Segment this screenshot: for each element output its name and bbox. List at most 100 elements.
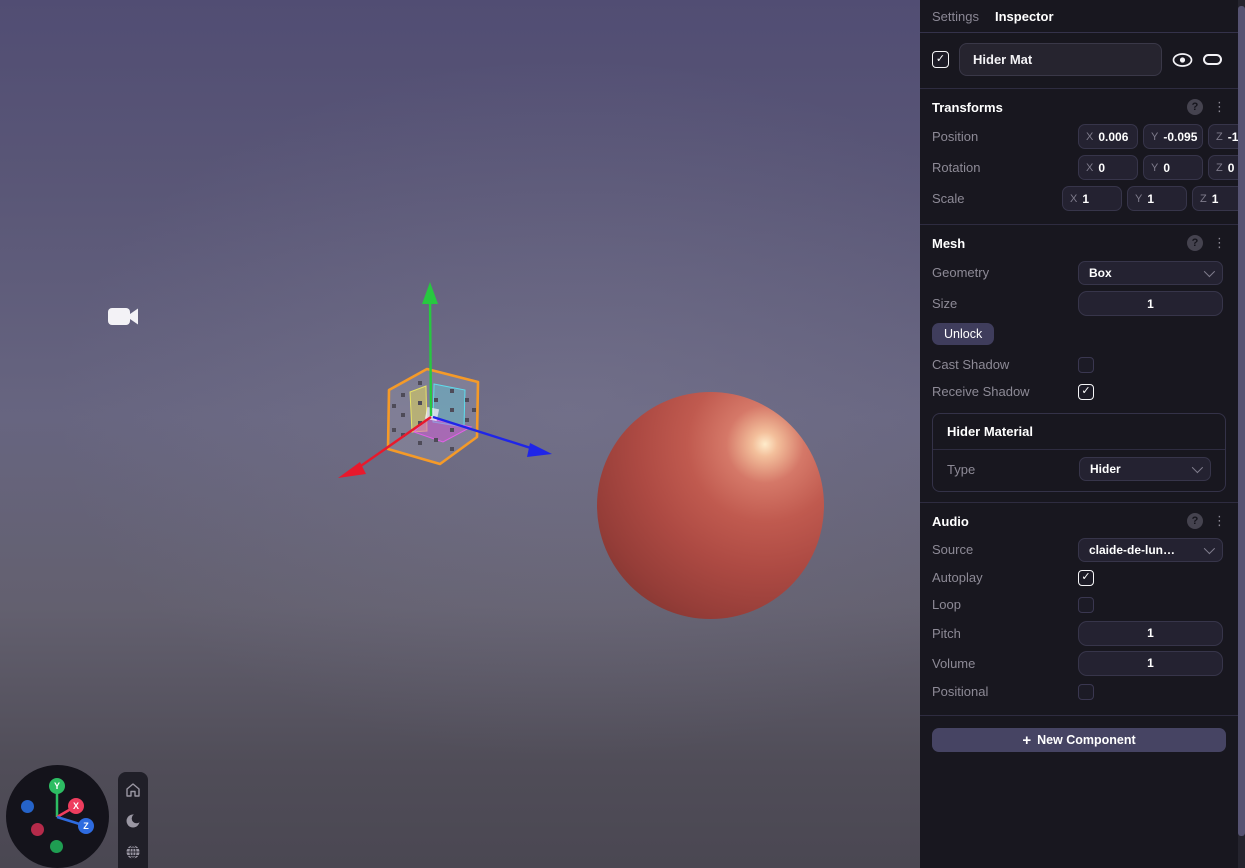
pitch-input[interactable] (1078, 621, 1223, 646)
tab-settings[interactable]: Settings (932, 9, 979, 24)
viewport-toolbar (118, 772, 148, 868)
autoplay-row: Autoplay (932, 564, 1226, 591)
new-component-button[interactable]: + New Component (932, 728, 1226, 752)
camera-icon[interactable] (106, 303, 140, 331)
axis-y (430, 296, 431, 416)
object-name-row (920, 33, 1238, 89)
object-name-input[interactable] (959, 43, 1162, 76)
box-gizmo[interactable] (330, 280, 570, 495)
cast-shadow-label: Cast Shadow (932, 357, 1078, 372)
axis-z-prefix: Z (1200, 193, 1207, 205)
volume-input[interactable] (1078, 651, 1223, 676)
receive-shadow-row: Receive Shadow (932, 378, 1226, 405)
pitch-label: Pitch (932, 626, 1078, 641)
volume-label: Volume (932, 656, 1078, 671)
positional-label: Positional (932, 684, 1078, 699)
position-y-value: -0.095 (1163, 130, 1197, 144)
section-mesh: Mesh ? ⋮ Geometry Box Size Unlock Cast S… (920, 225, 1238, 503)
autoplay-label: Autoplay (932, 570, 1078, 585)
audio-source-dropdown[interactable]: claide-de-lun… (1078, 538, 1223, 562)
axis-x-prefix: X (1070, 193, 1077, 205)
axis-y-prefix: Y (1135, 193, 1142, 205)
panel-scrollbar[interactable] (1238, 0, 1245, 868)
gizmo-axis-neg-z-ball[interactable] (21, 800, 34, 813)
transforms-title: Transforms (932, 100, 1187, 115)
autoplay-checkbox[interactable] (1078, 570, 1094, 586)
rotation-y-field[interactable]: Y 0 (1143, 155, 1203, 180)
chevron-down-icon (1204, 265, 1215, 276)
red-sphere-object[interactable] (597, 392, 824, 619)
position-label: Position (932, 129, 1078, 144)
material-type-label: Type (947, 462, 1079, 477)
axis-z-prefix: Z (1216, 131, 1223, 143)
positional-row: Positional (932, 678, 1226, 705)
gizmo-axis-neg-x-ball[interactable] (31, 823, 44, 836)
cast-shadow-checkbox[interactable] (1078, 357, 1094, 373)
cast-shadow-row: Cast Shadow (932, 351, 1226, 378)
home-icon (125, 782, 141, 798)
volume-row: Volume (932, 648, 1226, 678)
object-enabled-checkbox[interactable] (932, 51, 949, 68)
section-audio: Audio ? ⋮ Source claide-de-lun… Autoplay… (920, 503, 1238, 716)
audio-source-row: Source claide-de-lun… (932, 535, 1226, 564)
shading-toggle-button[interactable] (124, 812, 142, 830)
globe-icon (125, 844, 141, 860)
kebab-menu-icon[interactable]: ⋮ (1213, 99, 1226, 115)
scale-y-field[interactable]: Y 1 (1127, 186, 1187, 211)
source-label: Source (932, 542, 1078, 557)
position-y-field[interactable]: Y -0.095 (1143, 124, 1203, 149)
axis-z-prefix: Z (1216, 162, 1223, 174)
kebab-menu-icon[interactable]: ⋮ (1213, 513, 1226, 529)
kebab-menu-icon[interactable]: ⋮ (1213, 235, 1226, 251)
audio-title: Audio (932, 514, 1187, 529)
scale-x-field[interactable]: X 1 (1062, 186, 1122, 211)
material-type-row: Type Hider (933, 450, 1225, 491)
help-icon[interactable]: ? (1187, 513, 1203, 529)
axis-x-prefix: X (1086, 131, 1093, 143)
audio-source-value: claide-de-lun… (1089, 543, 1204, 557)
material-type-dropdown[interactable]: Hider (1079, 457, 1211, 481)
geometry-dropdown[interactable]: Box (1078, 261, 1223, 285)
home-view-button[interactable] (124, 781, 142, 799)
gizmo-axis-x-ball[interactable]: X (68, 798, 84, 814)
rotation-x-value: 0 (1098, 161, 1105, 175)
size-input[interactable] (1078, 291, 1223, 316)
orientation-gizmo[interactable]: Y X Z (6, 765, 109, 868)
viewport-3d[interactable]: Y X Z (0, 0, 920, 868)
visibility-eye-icon[interactable] (1172, 53, 1193, 67)
receive-shadow-label: Receive Shadow (932, 384, 1078, 399)
loop-row: Loop (932, 591, 1226, 618)
grid-toggle-button[interactable] (124, 843, 142, 861)
panel-footer: + New Component (920, 716, 1238, 764)
help-icon[interactable]: ? (1187, 99, 1203, 115)
gizmo-axis-y-ball[interactable]: Y (49, 778, 65, 794)
scale-row: Scale X 1 Y 1 Z 1 (932, 183, 1226, 214)
position-row: Position X 0.006 Y -0.095 Z -1.487 (932, 121, 1226, 152)
new-component-label: New Component (1037, 733, 1136, 747)
plus-icon: + (1022, 733, 1031, 748)
rotation-z-value: 0 (1228, 161, 1235, 175)
tab-inspector[interactable]: Inspector (995, 9, 1054, 24)
scale-y-value: 1 (1147, 192, 1154, 206)
unlock-button[interactable]: Unlock (932, 323, 994, 345)
capsule-toggle-icon[interactable] (1203, 54, 1222, 65)
rotation-label: Rotation (932, 160, 1078, 175)
loop-label: Loop (932, 597, 1078, 612)
pitch-row: Pitch (932, 618, 1226, 648)
scrollbar-thumb[interactable] (1238, 6, 1245, 836)
axis-y-prefix: Y (1151, 162, 1158, 174)
help-icon[interactable]: ? (1187, 235, 1203, 251)
rotation-x-field[interactable]: X 0 (1078, 155, 1138, 180)
chevron-down-icon (1192, 462, 1203, 473)
receive-shadow-checkbox[interactable] (1078, 384, 1094, 400)
scale-z-value: 1 (1212, 192, 1219, 206)
material-type-value: Hider (1090, 462, 1192, 476)
gizmo-axis-z-ball[interactable]: Z (78, 818, 94, 834)
position-x-field[interactable]: X 0.006 (1078, 124, 1138, 149)
gizmo-axis-neg-y-ball[interactable] (50, 840, 63, 853)
rotation-y-value: 0 (1163, 161, 1170, 175)
positional-checkbox[interactable] (1078, 684, 1094, 700)
geometry-row: Geometry Box (932, 257, 1226, 288)
mesh-title: Mesh (932, 236, 1187, 251)
loop-checkbox[interactable] (1078, 597, 1094, 613)
